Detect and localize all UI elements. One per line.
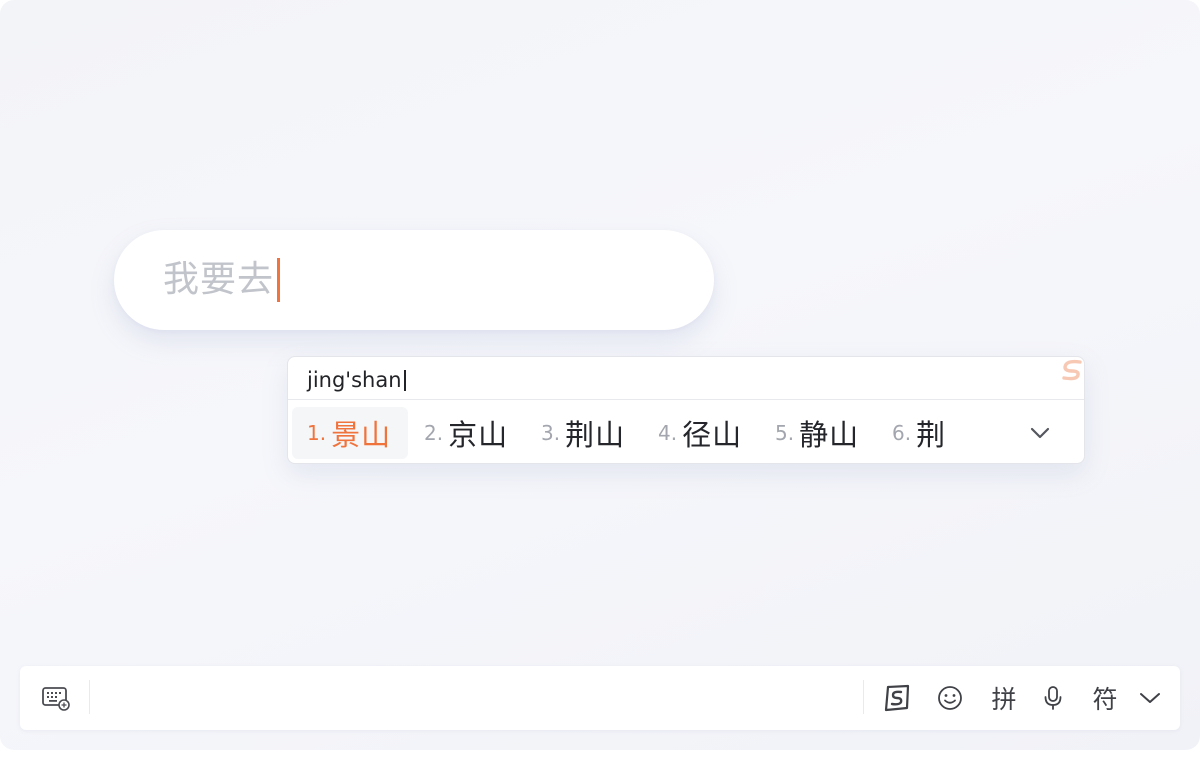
candidate-word: 景山 — [331, 418, 392, 452]
pinyin-mode-button[interactable]: 拼 — [984, 678, 1024, 718]
composition-caret — [403, 369, 406, 391]
toolbar-collapse-button[interactable] — [1130, 678, 1170, 718]
candidate-1[interactable]: 1. 景山 — [292, 407, 408, 459]
toolbar-divider — [863, 680, 864, 714]
emoji-button[interactable] — [930, 678, 970, 718]
candidate-word: 荆山 — [565, 418, 626, 452]
toolbar-divider — [89, 680, 90, 714]
candidate-4[interactable]: 4. 径山 — [643, 407, 759, 459]
chevron-down-icon — [1140, 693, 1160, 703]
sogou-watermark-icon — [1062, 359, 1082, 381]
voice-input-button[interactable] — [1033, 678, 1073, 718]
candidate-5[interactable]: 5. 静山 — [760, 407, 876, 459]
candidate-word: 京山 — [448, 418, 509, 452]
candidate-word: 静山 — [799, 418, 860, 452]
composition-string: jing'shan — [307, 365, 406, 395]
sogou-logo-icon — [884, 684, 910, 712]
ime-candidate-window: jing'shan 1. 景山 2. 京山 3. 荆山 4. 径山 5. 静山 … — [287, 356, 1085, 464]
chevron-down-icon — [1030, 427, 1050, 439]
composition-text: jing'shan — [307, 368, 402, 392]
symbols-label: 符 — [1092, 685, 1118, 714]
candidate-word: 径山 — [682, 418, 743, 452]
symbols-button[interactable]: 符 — [1085, 678, 1125, 718]
ime-toolbar: 拼 符 — [20, 666, 1180, 730]
microphone-icon — [1044, 686, 1062, 710]
sogou-menu-button[interactable] — [877, 678, 917, 718]
candidate-list: 1. 景山 2. 京山 3. 荆山 4. 径山 5. 静山 6. 荆 — [292, 407, 1072, 459]
candidate-number: 4. — [658, 421, 678, 445]
expand-candidates-button[interactable] — [1024, 417, 1056, 449]
text-input-content: 我要去 — [163, 259, 275, 300]
screen-background: 我要去 jing'shan 1. 景山 2. 京山 3. 荆山 4. 径山 5.… — [0, 0, 1200, 750]
text-caret — [277, 258, 281, 302]
text-input[interactable]: 我要去 — [114, 230, 714, 330]
candidate-number: 5. — [775, 421, 795, 445]
candidate-3[interactable]: 3. 荆山 — [526, 407, 642, 459]
candidate-number: 1. — [307, 421, 327, 445]
pinyin-mode-label: 拼 — [991, 685, 1017, 714]
emoji-icon — [938, 686, 962, 710]
candidate-6[interactable]: 6. 荆 — [877, 407, 967, 459]
candidate-number: 6. — [892, 421, 912, 445]
popup-divider — [288, 399, 1084, 400]
keyboard-switch-button[interactable] — [36, 678, 76, 718]
candidate-number: 3. — [541, 421, 561, 445]
candidate-number: 2. — [424, 421, 444, 445]
keyboard-icon — [42, 687, 70, 711]
candidate-word: 荆 — [916, 418, 947, 452]
candidate-2[interactable]: 2. 京山 — [409, 407, 525, 459]
